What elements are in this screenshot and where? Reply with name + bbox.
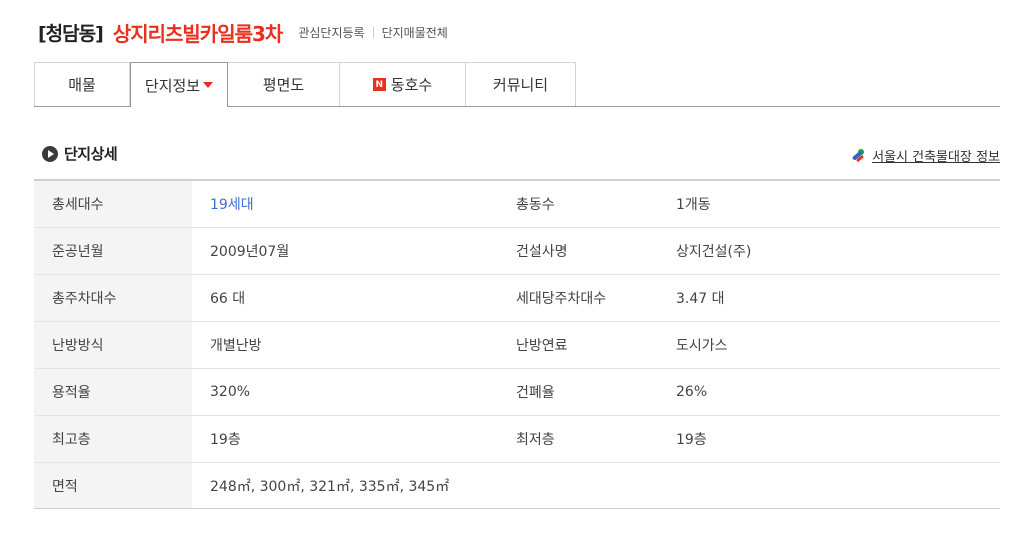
header-divider bbox=[372, 26, 374, 38]
arrow-circle-icon bbox=[42, 145, 58, 162]
dong-name: [청담동] bbox=[38, 22, 104, 45]
heating-value: 개별난방 bbox=[192, 321, 498, 369]
tab-bar: 매물 단지정보 평면도 N 동호수 커뮤니티 bbox=[34, 62, 1000, 107]
table-row: 준공년월 2009년07월 건설사명 상지건설(주) bbox=[34, 227, 1000, 275]
table-row: 최고층 19층 최저층 19층 bbox=[34, 415, 1000, 463]
tab-unit-numbers[interactable]: N 동호수 bbox=[340, 62, 466, 106]
seoul-logo-icon bbox=[851, 148, 867, 164]
tab-label: 평면도 bbox=[262, 76, 305, 94]
floor-area-ratio-value: 320% bbox=[192, 368, 498, 416]
complex-name: 상지리츠빌카일룸3차 bbox=[112, 21, 284, 46]
min-floor-value: 19층 bbox=[658, 415, 1000, 463]
tab-community[interactable]: 커뮤니티 bbox=[466, 62, 576, 106]
table-row: 총세대수 19세대 총동수 1개동 bbox=[34, 180, 1000, 228]
parking-value: 66 대 bbox=[192, 274, 498, 322]
tab-floor-plan[interactable]: 평면도 bbox=[228, 62, 340, 106]
completion-label: 준공년월 bbox=[34, 227, 192, 275]
all-listings-link[interactable]: 단지매물전체 bbox=[382, 24, 448, 41]
building-coverage-label: 건폐율 bbox=[498, 368, 658, 416]
buildings-value: 1개동 bbox=[658, 180, 1000, 228]
register-interest-link[interactable]: 관심단지등록 bbox=[298, 24, 364, 41]
tab-complex-info[interactable]: 단지정보 bbox=[130, 62, 228, 107]
caret-down-icon bbox=[203, 82, 214, 88]
complex-detail-table: 총세대수 19세대 총동수 1개동 준공년월 2009년07월 건설사명 상지건… bbox=[34, 179, 1000, 509]
table-row: 총주차대수 66 대 세대당주차대수 3.47 대 bbox=[34, 274, 1000, 322]
tab-listings[interactable]: 매물 bbox=[34, 62, 130, 106]
parking-label: 총주차대수 bbox=[34, 274, 192, 322]
tab-label: 매물 bbox=[68, 76, 96, 94]
max-floor-label: 최고층 bbox=[34, 415, 192, 463]
parking-per-household-value: 3.47 대 bbox=[658, 274, 1000, 322]
fuel-value: 도시가스 bbox=[658, 321, 1000, 369]
buildings-label: 총동수 bbox=[498, 180, 658, 228]
building-coverage-value: 26% bbox=[658, 368, 1000, 416]
section-title: 단지상세 bbox=[42, 143, 118, 164]
builder-label: 건설사명 bbox=[498, 227, 658, 275]
floor-area-ratio-label: 용적율 bbox=[34, 368, 192, 416]
page-header: [청담동] 상지리츠빌카일룸3차 관심단지등록 단지매물전체 bbox=[38, 18, 448, 46]
max-floor-value: 19층 bbox=[192, 415, 498, 463]
completion-value: 2009년07월 bbox=[192, 227, 498, 275]
heating-label: 난방방식 bbox=[34, 321, 192, 369]
table-row: 난방방식 개별난방 난방연료 도시가스 bbox=[34, 321, 1000, 369]
builder-value: 상지건설(주) bbox=[658, 227, 1000, 275]
external-link-label: 서울시 건축물대장 정보 bbox=[872, 150, 1000, 165]
tab-label: 동호수 bbox=[390, 76, 433, 94]
table-row: 면적 248㎡, 300㎡, 321㎡, 335㎡, 345㎡ bbox=[34, 462, 1000, 509]
area-value: 248㎡, 300㎡, 321㎡, 335㎡, 345㎡ bbox=[192, 462, 1000, 509]
households-value[interactable]: 19세대 bbox=[192, 180, 498, 228]
parking-per-household-label: 세대당주차대수 bbox=[498, 274, 658, 322]
fuel-label: 난방연료 bbox=[498, 321, 658, 369]
seoul-building-registry-link[interactable]: 서울시 건축물대장 정보 bbox=[851, 146, 1000, 165]
min-floor-label: 최저층 bbox=[498, 415, 658, 463]
new-badge-icon: N bbox=[372, 78, 386, 91]
area-label: 면적 bbox=[34, 462, 192, 509]
section-title-text: 단지상세 bbox=[64, 145, 118, 163]
tab-label: 단지정보 bbox=[144, 76, 201, 95]
table-row: 용적율 320% 건폐율 26% bbox=[34, 368, 1000, 416]
households-label: 총세대수 bbox=[34, 180, 192, 228]
tab-label: 커뮤니티 bbox=[492, 76, 549, 94]
